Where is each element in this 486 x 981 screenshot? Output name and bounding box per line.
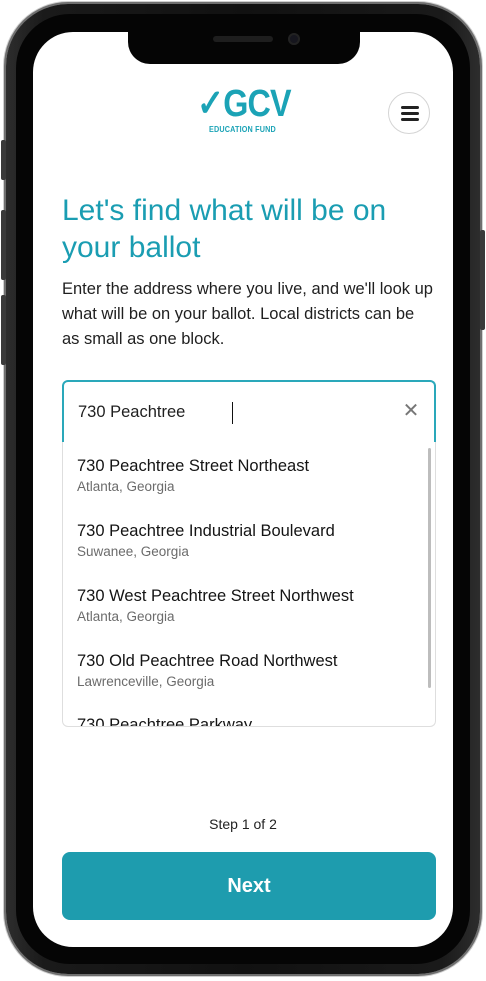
- speaker-grille: [213, 36, 273, 42]
- front-camera: [288, 33, 300, 45]
- close-icon[interactable]: ✕: [400, 400, 422, 422]
- step-indicator: Step 1 of 2: [209, 816, 277, 832]
- suggestion-item[interactable]: 730 Peachtree Street Northeast Atlanta, …: [77, 456, 417, 496]
- page-title: Let's find what will be on your ballot: [62, 194, 387, 264]
- hamburger-icon: [401, 106, 419, 109]
- dropdown-scrollbar[interactable]: [428, 448, 431, 688]
- suggestion-item[interactable]: 730 Peachtree Parkway: [77, 715, 417, 727]
- volume-down-button: [1, 295, 6, 365]
- hamburger-icon-bar: [401, 112, 419, 115]
- text-caret: [232, 402, 233, 424]
- suggestion-item[interactable]: 730 Peachtree Industrial Boulevard Suwan…: [77, 521, 417, 561]
- mute-switch: [1, 140, 6, 180]
- address-search: ✕: [62, 380, 436, 442]
- address-input[interactable]: [78, 398, 378, 426]
- volume-up-button: [1, 210, 6, 280]
- hamburger-icon-bar: [401, 118, 419, 121]
- suggestion-name: 730 West Peachtree Street Northwest: [77, 587, 354, 605]
- suggestion-city: Atlanta, Georgia: [77, 609, 175, 624]
- logo-check-icon: ✓: [197, 83, 224, 125]
- suggestion-name: 730 Peachtree Industrial Boulevard: [77, 522, 335, 540]
- suggestions-dropdown: 730 Peachtree Street Northeast Atlanta, …: [62, 442, 436, 727]
- suggestion-item[interactable]: 730 Old Peachtree Road Northwest Lawrenc…: [77, 651, 417, 691]
- menu-button[interactable]: [388, 92, 430, 134]
- suggestion-city: Suwanee, Georgia: [77, 544, 189, 559]
- logo-text: GCV: [223, 83, 291, 125]
- suggestion-name: 730 Old Peachtree Road Northwest: [77, 652, 338, 670]
- next-button[interactable]: Next: [62, 852, 436, 920]
- logo-wordmark: ✓GCV: [197, 83, 292, 125]
- suggestion-item[interactable]: 730 West Peachtree Street Northwest Atla…: [77, 586, 417, 626]
- logo-subtitle: EDUCATION FUND: [209, 124, 276, 134]
- page-description: Enter the address where you live, and we…: [62, 280, 433, 348]
- suggestion-name: 730 Peachtree Street Northeast: [77, 457, 310, 475]
- suggestion-city: Atlanta, Georgia: [77, 479, 175, 494]
- power-button: [480, 230, 485, 330]
- gcv-logo[interactable]: ✓GCV EDUCATION FUND: [197, 84, 292, 140]
- suggestion-name: 730 Peachtree Parkway: [77, 716, 253, 727]
- app-screen: ✓GCV EDUCATION FUND Let's find what will…: [33, 32, 453, 947]
- suggestion-city: Lawrenceville, Georgia: [77, 674, 215, 689]
- notch: [128, 32, 360, 64]
